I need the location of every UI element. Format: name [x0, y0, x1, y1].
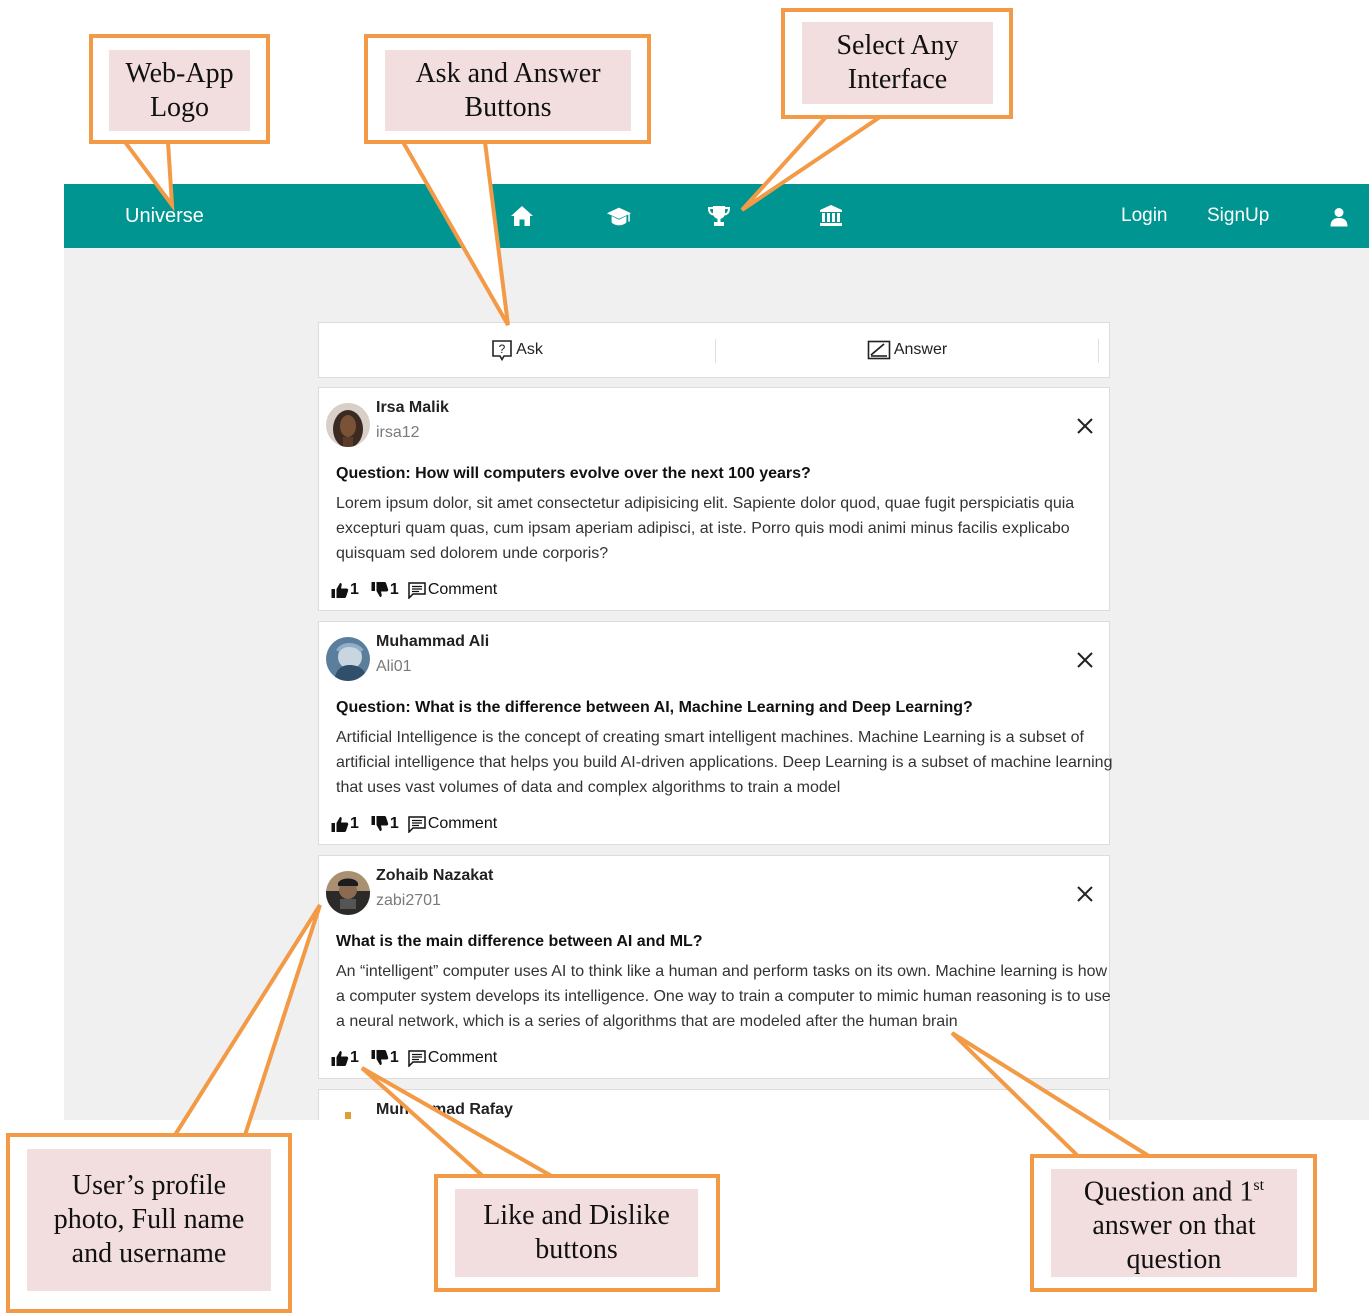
callout-pointer: [173, 903, 322, 1137]
annotation-frame: Ask and Answer Buttons: [364, 34, 651, 144]
annotation-like-dislike: Like and Dislike buttons: [455, 1189, 698, 1277]
annotation-logo: Web-App Logo: [109, 50, 250, 131]
annotation-ask-answer: Ask and Answer Buttons: [385, 50, 631, 131]
annotation-line: and username: [71, 1238, 227, 1269]
annotation-line: Web-App: [125, 57, 234, 89]
annotation-interface: Select Any Interface: [802, 22, 993, 104]
callout-pointer: [360, 1066, 556, 1180]
annotation-frame: User’s profile photo, Full name and user…: [6, 1133, 292, 1313]
annotation-line: Buttons: [464, 91, 552, 123]
annotation-frame: Like and Dislike buttons: [434, 1174, 720, 1292]
annotation-frame: Select Any Interface: [781, 8, 1013, 119]
annotation-line: Select Any: [836, 30, 959, 61]
annotation-frame: Question and 1st answer on that question: [1030, 1154, 1317, 1292]
callout-pointer: [740, 115, 882, 212]
callout-pointer: [123, 140, 175, 212]
annotation-line: User’s profile: [71, 1170, 227, 1201]
callout-pointer: [950, 1031, 1154, 1160]
annotation-frame: Web-App Logo: [89, 34, 270, 144]
annotation-arrows: [123, 115, 1154, 1180]
annotation-line: question: [1126, 1244, 1222, 1276]
annotation-line: Ask and Answer: [415, 57, 601, 89]
annotation-question-answer: Question and 1st answer on that question: [1051, 1169, 1297, 1277]
annotation-line: buttons: [535, 1234, 618, 1265]
annotation-line: Question and 1st: [1083, 1176, 1265, 1208]
annotation-line: answer on that: [1092, 1210, 1256, 1242]
annotation-line: photo, Full name: [53, 1204, 245, 1235]
annotation-line: Like and Dislike: [483, 1200, 670, 1231]
annotation-line: Interface: [847, 64, 948, 95]
callout-pointer: [401, 141, 510, 326]
annotation-profile: User’s profile photo, Full name and user…: [27, 1149, 271, 1291]
annotation-line: Logo: [149, 91, 210, 123]
